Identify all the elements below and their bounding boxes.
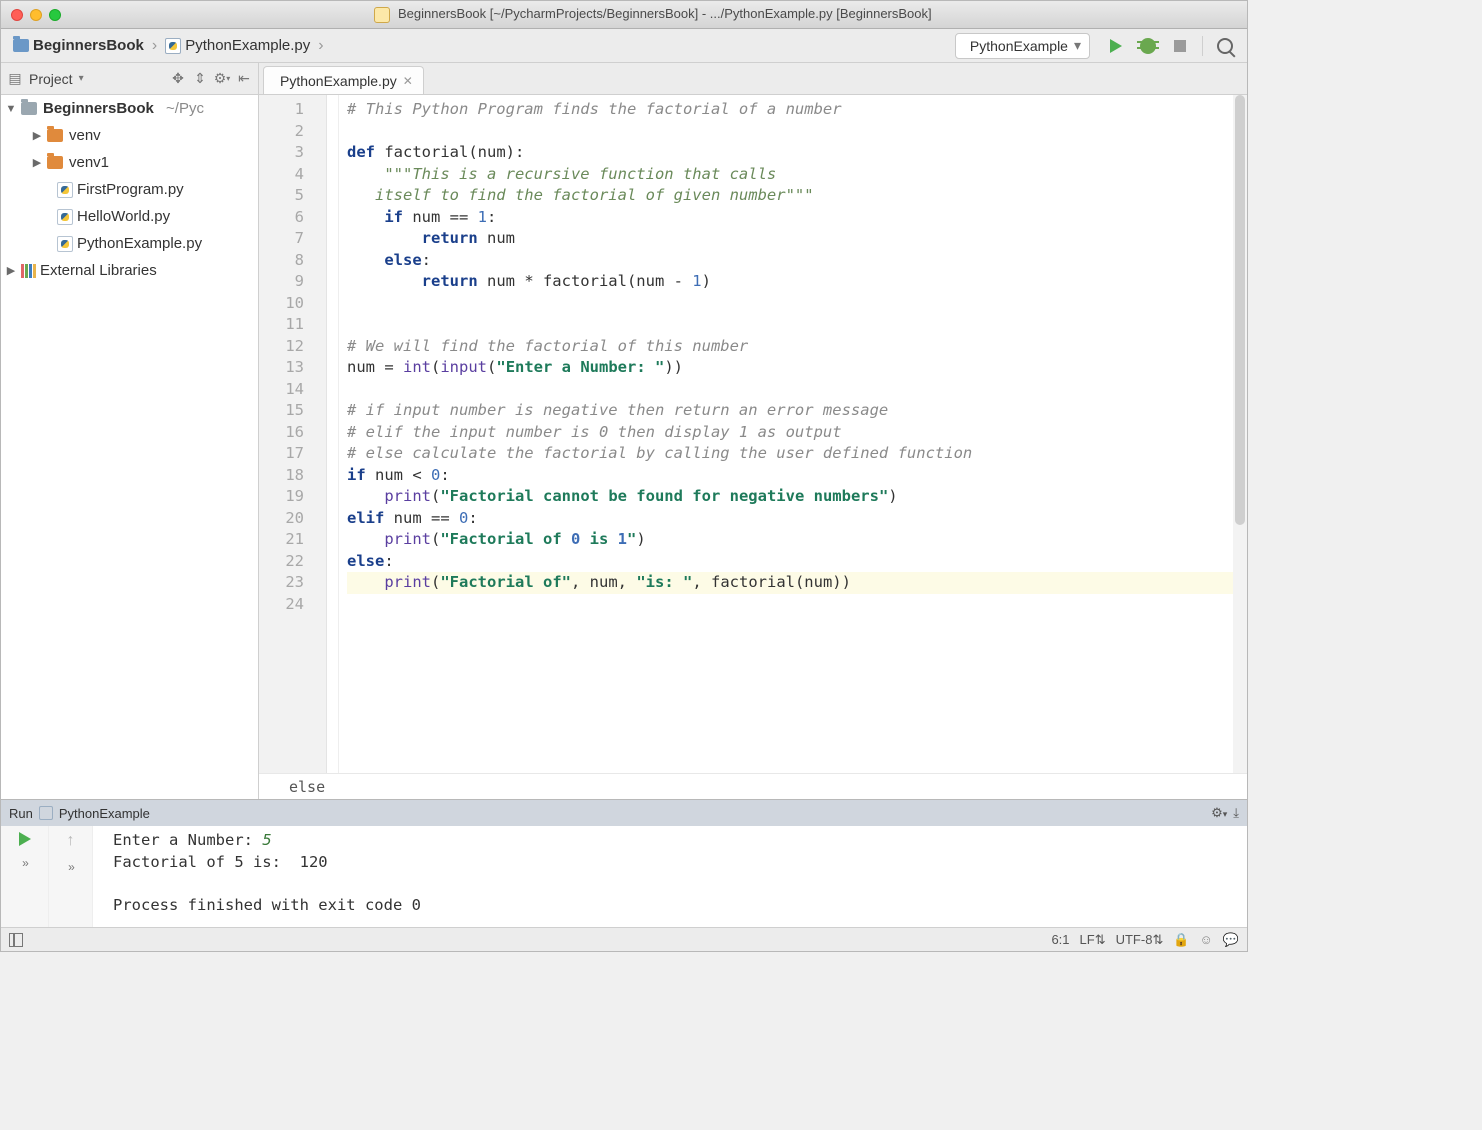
expand-arrow-right-icon[interactable]: ▶ [31, 129, 43, 142]
console-output[interactable]: Enter a Number: 5 Factorial of 5 is: 120… [93, 826, 1247, 927]
expand-arrow-right-icon[interactable]: ▶ [5, 264, 17, 277]
tree-root[interactable]: ▼ BeginnersBook ~/Pyc [1, 95, 258, 122]
project-folder-icon [21, 102, 37, 115]
editor-tabs: PythonExample.py ✕ [259, 63, 1247, 94]
context-breadcrumb: else [259, 773, 1247, 799]
search-everywhere-button[interactable] [1212, 33, 1238, 59]
separator [1202, 36, 1203, 56]
cursor-position[interactable]: 6:1 [1051, 932, 1069, 947]
project-view-icon: ▤ [7, 71, 23, 87]
breadcrumb-file[interactable]: PythonExample.py [159, 33, 316, 58]
project-tree: ▼ BeginnersBook ~/Pyc ▶ venv ▶ venv1 Fir… [1, 95, 259, 799]
layout-icon[interactable] [9, 933, 23, 947]
run-header: Run PythonExample ⚙▾ ⤓ [1, 800, 1247, 826]
lock-icon[interactable]: 🔒 [1173, 932, 1189, 948]
stop-icon [1174, 40, 1186, 52]
maximize-window[interactable] [49, 9, 61, 21]
bug-icon [1140, 38, 1156, 54]
more-actions-button[interactable]: » [22, 856, 27, 870]
tree-file-helloworld[interactable]: HelloWorld.py [1, 203, 258, 230]
chevron-right-icon: › [150, 37, 159, 55]
folder-icon [47, 129, 63, 142]
settings-gear-icon[interactable]: ⚙▾ [1211, 805, 1227, 821]
tool-row: ▤ Project▾ ✥ ⇕ ⚙▾ ⇤ PythonExample.py ✕ [1, 63, 1247, 95]
collapse-icon[interactable]: ⇕ [192, 71, 208, 87]
folder-icon [13, 39, 29, 52]
tree-folder-venv[interactable]: ▶ venv [1, 122, 258, 149]
run-gutter-nav: ↑ » [49, 826, 93, 927]
close-window[interactable] [11, 9, 23, 21]
code-area[interactable]: # This Python Program finds the factoria… [339, 95, 1247, 773]
inspection-hat-icon[interactable]: ☺ [1200, 932, 1213, 947]
hide-icon[interactable]: ⇤ [236, 71, 252, 87]
chevron-right-icon: › [316, 37, 325, 55]
run-config-name: PythonExample [59, 806, 150, 821]
run-label: Run [9, 806, 33, 821]
line-separator[interactable]: LF⇅ [1080, 932, 1106, 948]
scrollbar-thumb[interactable] [1235, 95, 1245, 525]
editor-body[interactable]: 123456789101112131415161718192021222324 … [259, 95, 1247, 773]
editor: 123456789101112131415161718192021222324 … [259, 95, 1247, 799]
window-title: BeginnersBook [~/PycharmProjects/Beginne… [69, 6, 1237, 23]
python-file-icon [57, 236, 73, 252]
expand-arrow-down-icon[interactable]: ▼ [5, 103, 17, 115]
file-encoding[interactable]: UTF-8⇅ [1116, 932, 1164, 948]
run-body: » ↑ » Enter a Number: 5 Factorial of 5 i… [1, 826, 1247, 927]
run-button[interactable] [1103, 33, 1129, 59]
run-tool-window: Run PythonExample ⚙▾ ⤓ » ↑ » Enter a Num… [1, 799, 1247, 927]
ide-window: BeginnersBook [~/PycharmProjects/Beginne… [0, 0, 1248, 952]
status-bar: 6:1 LF⇅ UTF-8⇅ 🔒 ☺ 💬 [1, 927, 1247, 951]
editor-scrollbar[interactable] [1233, 95, 1247, 773]
python-file-icon [165, 38, 181, 54]
close-tab-icon[interactable]: ✕ [403, 74, 413, 88]
debug-button[interactable] [1135, 33, 1161, 59]
fold-column [327, 95, 339, 773]
window-controls [11, 9, 61, 21]
project-label[interactable]: Project▾ [29, 71, 84, 87]
minimize-window[interactable] [30, 9, 42, 21]
settings-gear-icon[interactable]: ⚙▾ [214, 71, 230, 87]
app-icon [374, 7, 390, 23]
search-icon [1217, 38, 1233, 54]
libraries-icon [21, 264, 36, 278]
chevron-down-icon: ▾ [1074, 37, 1081, 54]
line-gutter: 123456789101112131415161718192021222324 [259, 95, 327, 773]
feedback-icon[interactable]: 💬 [1223, 932, 1239, 948]
tree-folder-venv1[interactable]: ▶ venv1 [1, 149, 258, 176]
stop-button[interactable] [1167, 33, 1193, 59]
python-file-icon [57, 209, 73, 225]
folder-icon [47, 156, 63, 169]
tree-file-pythonexample[interactable]: PythonExample.py [1, 230, 258, 257]
project-tool-header: ▤ Project▾ ✥ ⇕ ⚙▾ ⇤ [1, 63, 259, 94]
download-icon[interactable]: ⤓ [1233, 805, 1239, 821]
locate-icon[interactable]: ✥ [170, 71, 186, 87]
more-actions-button[interactable]: » [68, 860, 73, 874]
python-file-icon [57, 182, 73, 198]
run-config-selector[interactable]: PythonExample ▾ [955, 33, 1090, 59]
play-icon [1110, 39, 1122, 53]
up-arrow-icon[interactable]: ↑ [67, 832, 75, 850]
tree-external-libraries[interactable]: ▶ External Libraries [1, 257, 258, 284]
python-file-icon [39, 806, 53, 820]
main-split: ▼ BeginnersBook ~/Pyc ▶ venv ▶ venv1 Fir… [1, 95, 1247, 799]
rerun-button[interactable] [19, 832, 31, 846]
navigation-bar: BeginnersBook › PythonExample.py › Pytho… [1, 29, 1247, 63]
titlebar: BeginnersBook [~/PycharmProjects/Beginne… [1, 1, 1247, 29]
tab-python-example[interactable]: PythonExample.py ✕ [263, 66, 424, 94]
run-gutter-left: » [1, 826, 49, 927]
expand-arrow-right-icon[interactable]: ▶ [31, 156, 43, 169]
tree-file-firstprogram[interactable]: FirstProgram.py [1, 176, 258, 203]
breadcrumb-root[interactable]: BeginnersBook [7, 33, 150, 58]
